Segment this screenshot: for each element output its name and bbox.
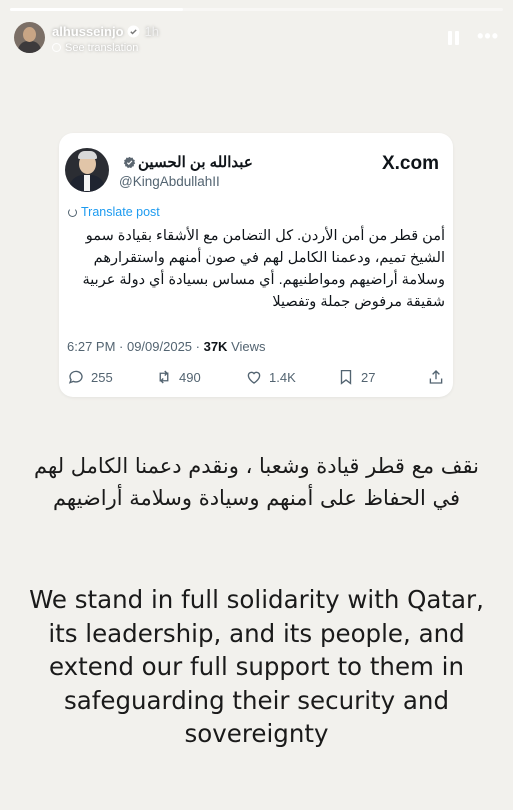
see-translation-link[interactable]: See translation bbox=[52, 42, 138, 54]
translate-icon bbox=[68, 208, 77, 217]
tweet-card: عبدالله بن الحسين @KingAbdullahII X.com … bbox=[59, 133, 453, 397]
tweet-handle: @KingAbdullahII bbox=[119, 174, 220, 189]
heart-icon bbox=[247, 371, 261, 384]
views-count: 37K bbox=[203, 339, 228, 354]
x-platform-label: X.com bbox=[381, 153, 439, 174]
post-time: 1h bbox=[144, 24, 159, 39]
tweet-timestamp: 6:27 PM · 09/09/2025 · bbox=[67, 339, 204, 354]
like-action: 1.4K bbox=[245, 368, 296, 388]
story-header: alhusseinjo 1h See translation ••• bbox=[14, 20, 499, 56]
bookmark-action: 27 bbox=[337, 368, 375, 388]
story-progress-bar bbox=[10, 8, 503, 11]
tweet-author-name: عبدالله بن الحسين bbox=[138, 154, 253, 171]
story-view[interactable]: alhusseinjo 1h See translation ••• عبدالل… bbox=[0, 0, 513, 810]
arabic-message: نقف مع قطر قيادة وشعبا ، ونقدم دعمنا الك… bbox=[34, 454, 479, 510]
translate-post-label: Translate post bbox=[81, 205, 160, 219]
verified-badge-icon bbox=[127, 25, 139, 38]
see-translation-label: See translation bbox=[65, 42, 139, 54]
x-logo-icon: X.com bbox=[382, 153, 439, 175]
bookmark-count: 27 bbox=[361, 370, 376, 385]
views-label: Views bbox=[227, 339, 266, 354]
english-message: We stand in full solidarity with Qatar, … bbox=[29, 585, 484, 749]
reply-count: 255 bbox=[91, 370, 113, 385]
username-row[interactable]: alhusseinjo 1h bbox=[52, 24, 159, 39]
repost-count: 490 bbox=[179, 370, 201, 385]
story-progress-fill bbox=[10, 8, 183, 11]
reply-icon bbox=[68, 370, 83, 384]
verified-badge-icon bbox=[123, 156, 136, 169]
username[interactable]: alhusseinjo bbox=[52, 24, 124, 39]
tweet-text: أمن قطر من أمن الأردن. كل التضامن مع الأ… bbox=[82, 228, 445, 310]
reply-action: 255 bbox=[67, 368, 113, 388]
share-action bbox=[427, 368, 445, 388]
translate-post-link[interactable]: Translate post bbox=[68, 205, 160, 219]
like-count: 1.4K bbox=[269, 370, 296, 385]
more-horizontal-icon[interactable]: ••• bbox=[477, 26, 499, 47]
tweet-avatar bbox=[65, 148, 109, 192]
share-icon bbox=[429, 370, 443, 384]
repost-icon bbox=[159, 370, 169, 384]
repost-action: 490 bbox=[155, 368, 201, 388]
tweet-meta: 6:27 PM · 09/09/2025 · 37K Views bbox=[67, 339, 266, 354]
tweet-actions: 255 490 1.4K 27 bbox=[67, 368, 445, 388]
tweet-author-row: عبدالله بن الحسين bbox=[119, 153, 253, 171]
pause-icon[interactable] bbox=[448, 31, 459, 45]
bookmark-icon bbox=[340, 369, 352, 385]
globe-icon bbox=[52, 43, 61, 52]
avatar[interactable] bbox=[14, 22, 45, 53]
